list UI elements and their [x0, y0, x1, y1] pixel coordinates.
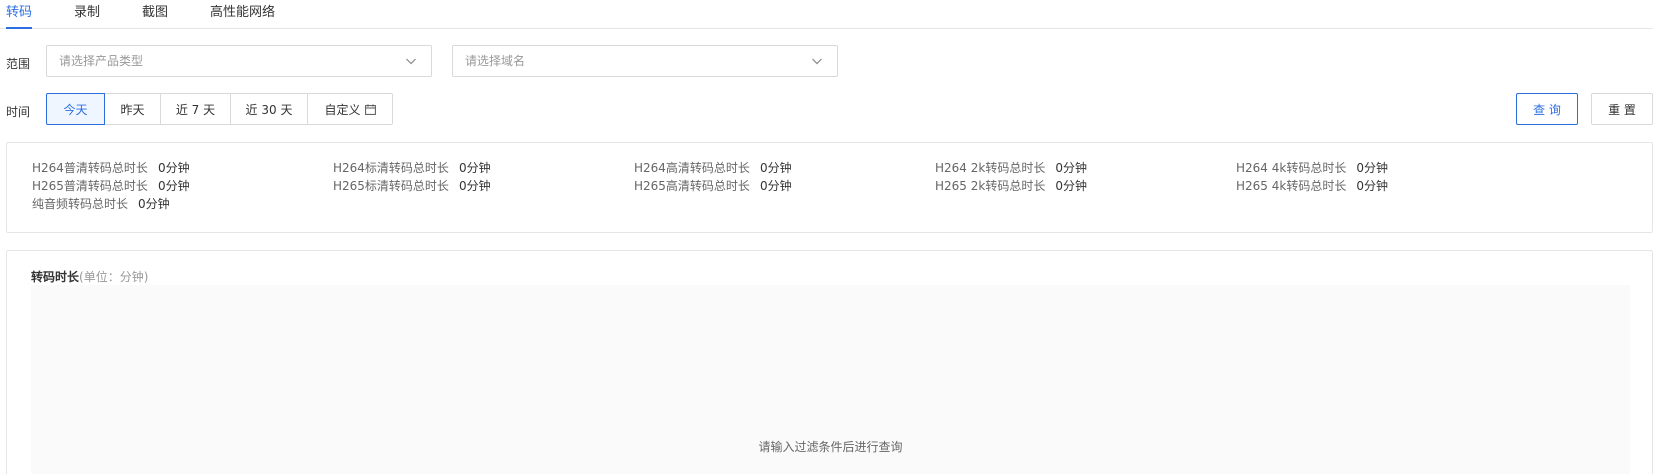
stat-value: 0分钟 — [1055, 161, 1087, 175]
stat-h264-4k: H264 4k转码总时长 0分钟 — [1236, 161, 1388, 175]
time-option-last-7-days[interactable]: 近 7 天 — [161, 93, 231, 125]
stat-value: 0分钟 — [1356, 179, 1388, 193]
stat-value: 0分钟 — [157, 161, 190, 175]
stat-h264-2k: H264 2k转码总时长 0分钟 — [935, 161, 1087, 175]
domain-select[interactable]: 请选择域名 — [452, 45, 838, 77]
chart-area: 请输入过滤条件后进行查询 — [31, 285, 1630, 474]
chevron-down-icon — [406, 58, 416, 65]
stat-value: 0分钟 — [458, 179, 491, 193]
stat-label: 纯音频转码总时长 — [32, 197, 129, 211]
stat-h265-hd: H265高清转码总时长 0分钟 — [634, 179, 792, 193]
tab-bar: 转码 录制 截图 高性能网络 — [0, 0, 1653, 29]
time-range-selector: 今天 昨天 近 7 天 近 30 天 自定义 — [46, 93, 393, 125]
time-option-custom[interactable]: 自定义 — [308, 93, 393, 125]
stat-audio-only: 纯音频转码总时长 0分钟 — [32, 197, 170, 211]
stat-label: H264 4k转码总时长 — [1236, 161, 1347, 175]
time-option-yesterday[interactable]: 昨天 — [105, 93, 161, 125]
query-button[interactable]: 查 询 — [1516, 93, 1578, 125]
transcode-duration-panel: 转码时长(单位：分钟) 请输入过滤条件后进行查询 — [6, 250, 1653, 474]
time-option-last-30-days[interactable]: 近 30 天 — [231, 93, 308, 125]
stat-label: H265普清转码总时长 — [32, 179, 148, 193]
stat-value: 0分钟 — [157, 179, 190, 193]
panel-title: 转码时长(单位：分钟) — [31, 270, 148, 284]
stat-value: 0分钟 — [759, 161, 792, 175]
stat-label: H264普清转码总时长 — [32, 161, 148, 175]
time-option-today[interactable]: 今天 — [46, 93, 105, 125]
scope-label: 范围 — [6, 57, 31, 71]
tab-screenshot[interactable]: 截图 — [142, 4, 168, 22]
panel-title-text: 转码时长 — [31, 270, 80, 284]
stat-label: H265 2k转码总时长 — [935, 179, 1046, 193]
empty-state-message: 请输入过滤条件后进行查询 — [758, 440, 903, 454]
panel-title-unit: (单位：分钟) — [79, 270, 149, 284]
stat-value: 0分钟 — [138, 197, 170, 211]
reset-button[interactable]: 重 置 — [1591, 93, 1653, 125]
stat-label: H265高清转码总时长 — [634, 179, 750, 193]
tab-recording[interactable]: 录制 — [74, 4, 100, 22]
domain-placeholder: 请选择域名 — [465, 54, 526, 68]
stat-h264-ld: H264标清转码总时长 0分钟 — [333, 161, 491, 175]
stat-label: H265标清转码总时长 — [333, 179, 449, 193]
product-type-placeholder: 请选择产品类型 — [59, 54, 144, 68]
stat-value: 0分钟 — [1356, 161, 1388, 175]
stat-label: H265 4k转码总时长 — [1236, 179, 1347, 193]
time-label: 时间 — [6, 105, 31, 119]
stat-value: 0分钟 — [458, 161, 491, 175]
stat-h265-4k: H265 4k转码总时长 0分钟 — [1236, 179, 1388, 193]
stat-value: 0分钟 — [759, 179, 792, 193]
transcode-stats-summary: H264普清转码总时长 0分钟 H264标清转码总时长 0分钟 H264高清转码总时… — [6, 142, 1653, 233]
tab-transcode[interactable]: 转码 — [6, 4, 33, 29]
stat-value: 0分钟 — [1055, 179, 1087, 193]
stat-h265-sd: H265普清转码总时长 0分钟 — [32, 179, 190, 193]
calendar-icon — [364, 103, 376, 115]
stat-h265-ld: H265标清转码总时长 0分钟 — [333, 179, 491, 193]
stat-label: H264标清转码总时长 — [333, 161, 449, 175]
chevron-down-icon — [812, 58, 822, 65]
product-type-select[interactable]: 请选择产品类型 — [46, 45, 432, 77]
tab-high-performance-network[interactable]: 高性能网络 — [210, 4, 275, 22]
time-option-custom-label: 自定义 — [324, 102, 361, 117]
stat-h264-sd: H264普清转码总时长 0分钟 — [32, 161, 190, 175]
stat-h264-hd: H264高清转码总时长 0分钟 — [634, 161, 792, 175]
stat-h265-2k: H265 2k转码总时长 0分钟 — [935, 179, 1087, 193]
stat-label: H264高清转码总时长 — [634, 161, 750, 175]
stat-label: H264 2k转码总时长 — [935, 161, 1046, 175]
